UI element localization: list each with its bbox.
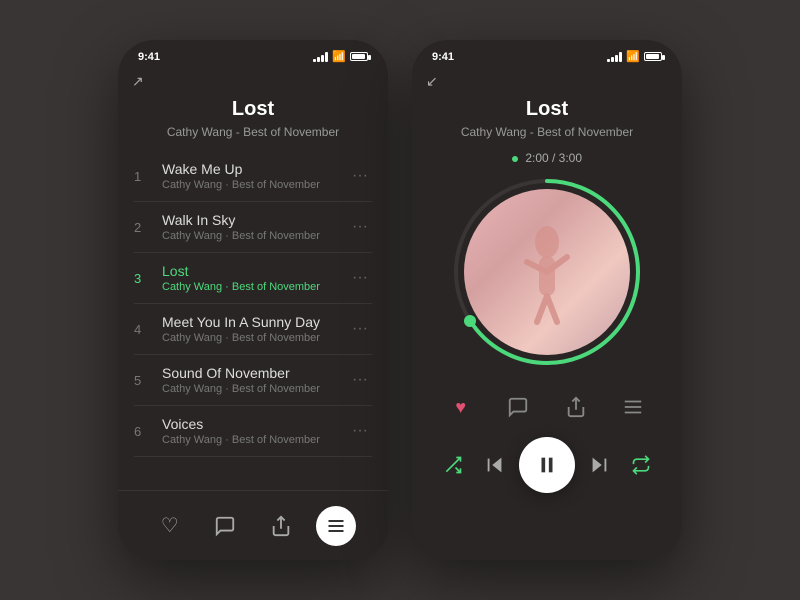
battery-icon [350,52,368,61]
track-info: Walk In Sky Cathy Wang · Best of November [162,212,348,242]
album-art [464,189,630,355]
signal-bars-right [607,52,622,62]
track-meta: Cathy Wang · Best of November [162,332,348,344]
status-bar-left: 9:41 📶 [118,40,388,69]
action-row: ♥ [432,389,662,425]
player-area: 2:00 / 3:00 [412,151,682,493]
bar1r [607,59,610,62]
status-icons-right: 📶 [607,50,662,63]
track-more-button[interactable]: ··· [348,320,372,338]
share-button-left[interactable] [261,506,301,546]
track-number: 4 [134,322,154,337]
signal-bars [313,52,328,62]
time-left: 9:41 [138,51,160,63]
track-number: 2 [134,220,154,235]
track-meta: Cathy Wang · Best of November [162,230,348,242]
bar4r [619,52,622,62]
track-more-button[interactable]: ··· [348,269,372,287]
track-name: Voices [162,416,348,432]
controls-row [432,437,662,493]
prev-button[interactable] [477,447,513,483]
track-name: Lost [162,263,348,279]
track-meta: Cathy Wang · Best of November [162,281,348,293]
album-container [452,177,642,367]
track-subtitle-left: Cathy Wang - Best of November [138,125,368,139]
wifi-icon: 📶 [332,50,346,63]
status-bar-right: 9:41 📶 [412,40,682,69]
pause-button[interactable] [519,437,575,493]
track-meta: Cathy Wang · Best of November [162,179,348,191]
expand-button[interactable]: ↙ [412,69,682,94]
track-title-left: Lost [138,98,368,121]
bar2 [317,57,320,62]
track-more-button[interactable]: ··· [348,422,372,440]
track-more-button[interactable]: ··· [348,218,372,236]
bottom-bar: ♡ [118,490,388,560]
bar3r [615,55,618,62]
battery-fill-right [646,54,659,59]
bar3 [321,55,324,62]
wifi-icon-right: 📶 [626,50,640,63]
track-number: 6 [134,424,154,439]
time-text: 2:00 / 3:00 [525,151,582,165]
heart-button-left[interactable]: ♡ [150,506,190,546]
heart-button-right[interactable]: ♥ [443,389,479,425]
comment-button-right[interactable] [500,389,536,425]
comment-button-left[interactable] [205,506,245,546]
bar1 [313,59,316,62]
track-more-button[interactable]: ··· [348,167,372,185]
bar4 [325,52,328,62]
phone-right: 9:41 📶 ↙ Lost Cathy Wang - Best of Novem… [412,40,682,560]
track-meta: Cathy Wang · Best of November [162,434,348,446]
track-number: 1 [134,169,154,184]
shuffle-button[interactable] [435,447,471,483]
collapse-button[interactable]: ↗ [118,69,388,94]
battery-fill [352,54,365,59]
phone-left: 9:41 📶 ↗ Lost Cathy Wang - Best of Novem… [118,40,388,560]
list-button-right[interactable] [615,389,651,425]
battery-icon-right [644,52,662,61]
track-info: Sound Of November Cathy Wang · Best of No… [162,365,348,395]
track-item[interactable]: 5 Sound Of November Cathy Wang · Best of N… [134,355,372,406]
track-item[interactable]: 1 Wake Me Up Cathy Wang · Best of November… [134,151,372,202]
track-subtitle-right: Cathy Wang - Best of November [432,125,662,139]
track-name: Walk In Sky [162,212,348,228]
list-button-left[interactable] [316,506,356,546]
time-dot [512,156,518,162]
time-display: 2:00 / 3:00 [512,151,582,165]
time-right: 9:41 [432,51,454,63]
track-header-right: Lost Cathy Wang - Best of November [412,94,682,151]
track-info: Lost Cathy Wang · Best of November [162,263,348,293]
track-info: Voices Cathy Wang · Best of November [162,416,348,446]
track-item[interactable]: 4 Meet You In A Sunny Day Cathy Wang · Bes… [134,304,372,355]
track-number: 5 [134,373,154,388]
track-title-right: Lost [432,98,662,121]
track-info: Meet You In A Sunny Day Cathy Wang · Best… [162,314,348,344]
next-button[interactable] [581,447,617,483]
track-header-left: Lost Cathy Wang - Best of November [118,94,388,151]
track-item[interactable]: 6 Voices Cathy Wang · Best of November··· [134,406,372,457]
status-icons-left: 📶 [313,50,368,63]
progress-dot [464,315,476,327]
track-meta: Cathy Wang · Best of November [162,383,348,395]
track-list: 1 Wake Me Up Cathy Wang · Best of November… [118,151,388,457]
album-figure [507,212,587,332]
repeat-button[interactable] [623,447,659,483]
bar2r [611,57,614,62]
track-item[interactable]: 3 Lost Cathy Wang · Best of November··· [134,253,372,304]
track-info: Wake Me Up Cathy Wang · Best of November [162,161,348,191]
track-item[interactable]: 2 Walk In Sky Cathy Wang · Best of Novembe… [134,202,372,253]
track-name: Sound Of November [162,365,348,381]
track-name: Meet You In A Sunny Day [162,314,348,330]
track-name: Wake Me Up [162,161,348,177]
track-more-button[interactable]: ··· [348,371,372,389]
track-number: 3 [134,271,154,286]
share-button-right[interactable] [558,389,594,425]
